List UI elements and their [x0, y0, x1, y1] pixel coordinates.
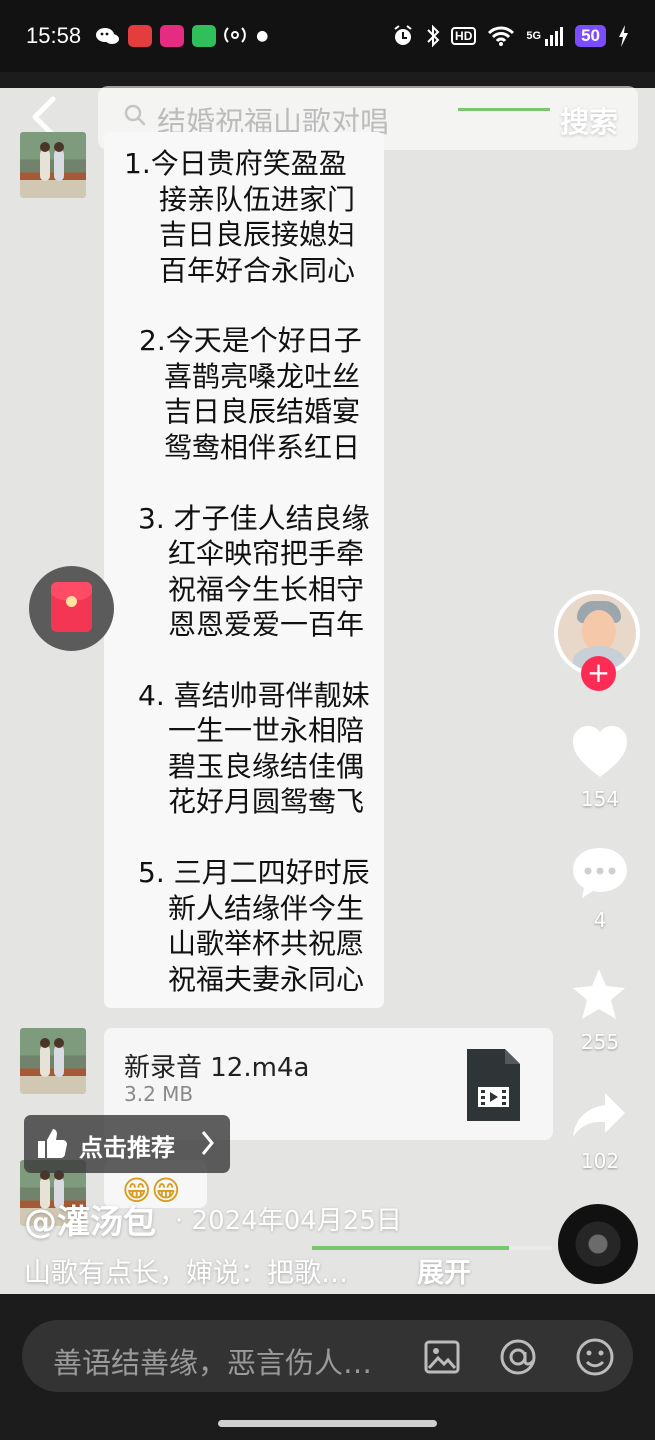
- verse-3-line-2: 红伞映帘把手牵: [168, 537, 365, 570]
- thumb-up-icon: [38, 1129, 67, 1158]
- chevron-right-icon: [201, 1131, 214, 1155]
- verse-2-line-1: 2.今天是个好日子: [139, 324, 362, 357]
- home-indicator[interactable]: [218, 1420, 437, 1427]
- taobao-status-icon: [160, 25, 185, 47]
- video-description: 山歌有点长，婶说：把歌…: [24, 1258, 348, 1289]
- verse-3-line-4: 恩恩爱爱一百年: [168, 608, 365, 641]
- phone-status-icon: [192, 25, 217, 47]
- verse-4-line-3: 碧玉良缘结佳偶: [168, 750, 365, 783]
- network-label: 5G: [526, 30, 542, 42]
- image-icon[interactable]: [421, 1336, 463, 1378]
- wifi-icon: [488, 26, 515, 46]
- author-name[interactable]: @灌汤包: [24, 1195, 156, 1243]
- search-button[interactable]: 搜索: [560, 99, 618, 141]
- verse-1-line-3: 吉日良辰接媳妇: [159, 218, 356, 251]
- verse-5-line-3: 山歌举杯共祝愿: [168, 927, 365, 960]
- comment-icon[interactable]: [570, 845, 630, 901]
- wechat-status-icon: [96, 28, 120, 44]
- at-icon[interactable]: [497, 1336, 539, 1378]
- verse-2-line-2: 喜鹊亮嗓龙吐丝: [164, 360, 361, 393]
- verse-4-line-1: 4. 喜结帅哥伴靓妹: [138, 679, 370, 712]
- video-file-icon: [467, 1049, 520, 1121]
- verse-1-line-2: 接亲队伍进家门: [159, 183, 356, 216]
- alarm-icon: [394, 25, 412, 45]
- file-name: 新录音 12.m4a: [124, 1053, 310, 1083]
- share-count: 102: [580, 1149, 620, 1173]
- verse-2-line-3: 吉日良辰结婚宴: [164, 395, 361, 428]
- verse-4-line-4: 花好月圆鸳鸯飞: [168, 785, 365, 818]
- hotspot-status-icon: [224, 27, 246, 43]
- douyin-screen: 15:58 ● HD 5G 50 结婚祝福山歌对唱 搜索 1.今日贵府笑盈盈 接…: [0, 0, 655, 1440]
- red-envelope-seal: [66, 596, 77, 607]
- expand-button[interactable]: 展开: [417, 1251, 471, 1290]
- system-status-icons: HD 5G 50: [391, 24, 629, 48]
- star-icon[interactable]: [570, 966, 628, 1024]
- red-envelope-button[interactable]: [29, 566, 114, 651]
- verse-1-line-1: 1.今日贵府笑盈盈: [124, 147, 347, 180]
- verse-3-line-1: 3. 才子佳人结良缘: [138, 502, 370, 535]
- file-sender-avatar: [20, 1028, 86, 1094]
- verse-5-line-4: 祝福夫妻永同心: [168, 963, 365, 996]
- battery-level: 50: [575, 25, 606, 47]
- search-icon: [124, 104, 146, 126]
- verse-5-line-1: 5. 三月二四好时辰: [138, 856, 370, 889]
- verse-3-line-3: 祝福今生长相守: [168, 573, 365, 606]
- comment-placeholder[interactable]: 善语结善缘，恶言伤人…: [53, 1340, 372, 1382]
- share-icon[interactable]: [570, 1090, 628, 1140]
- playback-progress[interactable]: [312, 1246, 552, 1250]
- charging-icon: [619, 25, 628, 47]
- status-time: 15:58: [26, 23, 82, 48]
- like-count: 154: [580, 787, 620, 811]
- search-progress-line: [458, 108, 550, 111]
- follow-button[interactable]: +: [581, 656, 616, 691]
- hd-badge: HD: [451, 27, 477, 45]
- playback-progress-fill: [312, 1246, 509, 1250]
- post-date: · 2024年04月25日: [175, 1206, 402, 1236]
- status-bar: 15:58 ● HD 5G 50: [0, 0, 655, 72]
- sender-avatar: [20, 132, 86, 198]
- verse-5-line-2: 新人结缘伴今生: [168, 892, 365, 925]
- pinduoduo-status-icon: [128, 25, 153, 47]
- recommend-label: 点击推荐: [79, 1134, 175, 1162]
- recommend-button[interactable]: 点击推荐: [24, 1115, 230, 1173]
- status-more-dot: ●: [256, 28, 269, 44]
- verse-1-line-4: 百年好合永同心: [159, 254, 356, 287]
- emoji-icon[interactable]: [574, 1336, 616, 1378]
- bluetooth-icon: [427, 24, 440, 48]
- verse-2-line-4: 鸳鸯相伴系红日: [164, 431, 361, 464]
- music-disc[interactable]: [558, 1204, 638, 1284]
- favorite-count: 255: [580, 1030, 620, 1054]
- file-size: 3.2 MB: [124, 1082, 194, 1106]
- heart-icon[interactable]: [570, 724, 630, 780]
- status-app-icons: ●: [95, 25, 268, 47]
- verse-4-line-2: 一生一世永相陪: [168, 714, 365, 747]
- signal-icon: [545, 27, 564, 46]
- comment-count: 4: [593, 908, 607, 932]
